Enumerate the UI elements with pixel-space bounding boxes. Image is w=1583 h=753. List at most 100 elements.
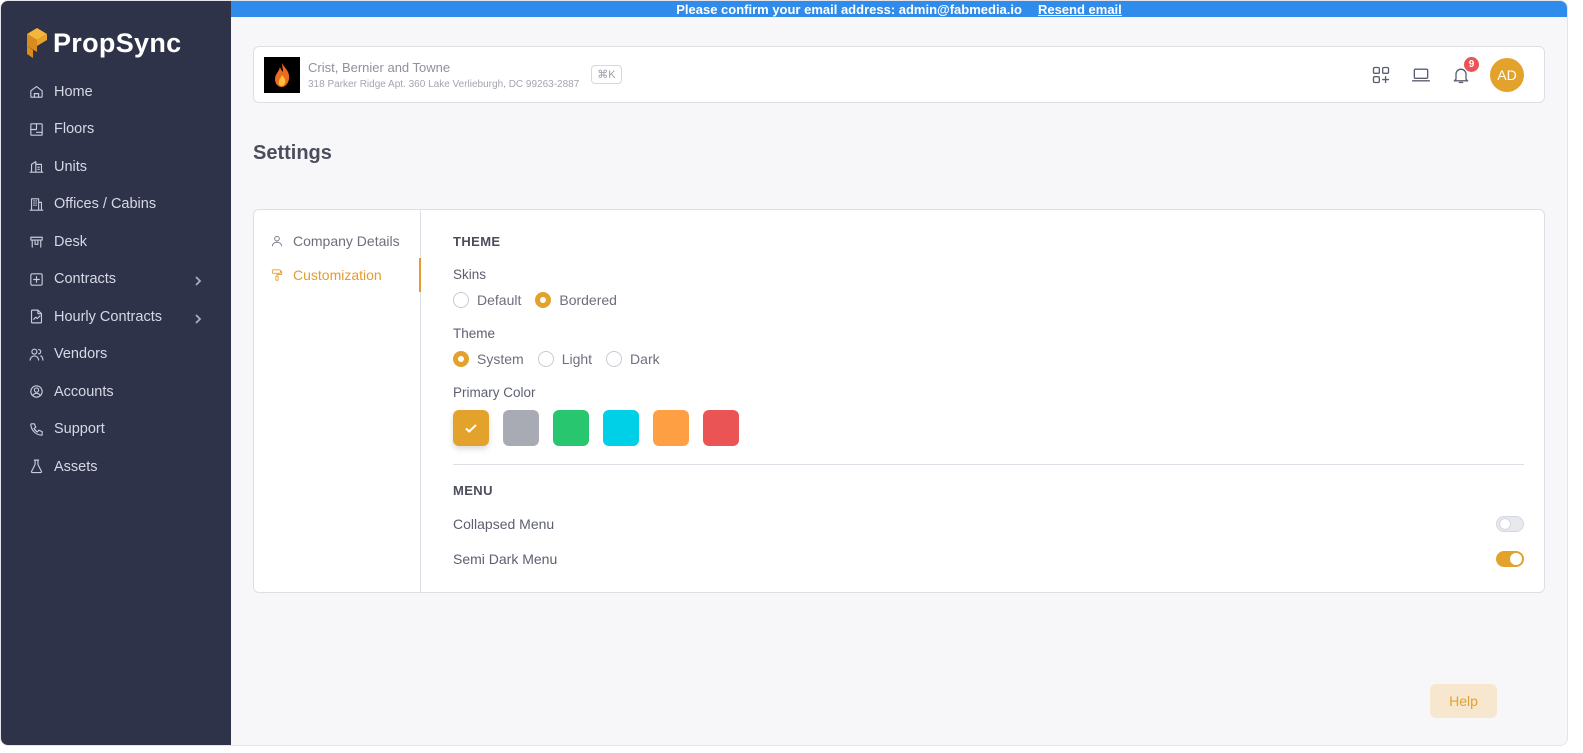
check-icon [465, 424, 477, 433]
notification-bell-icon[interactable]: 9 [1450, 56, 1479, 86]
sidebar-item-vendors[interactable]: Vendors [1, 336, 231, 374]
sidebar-item-label: Floors [54, 121, 95, 138]
support-icon [27, 420, 45, 438]
help-button[interactable]: Help [1430, 684, 1497, 718]
app-window: PropSync Home Floors Units Offices / Cabins… [0, 0, 1568, 746]
toggle-switch[interactable] [1496, 515, 1524, 532]
sidebar-item-label: Assets [54, 458, 98, 475]
sidebar-item-offices-cabins[interactable]: Offices / Cabins [1, 186, 231, 224]
sidebar-item-contracts[interactable]: Contracts [1, 261, 231, 299]
radio-label: Bordered [559, 292, 617, 308]
sidebar-item-support[interactable]: Support [1, 411, 231, 449]
color-swatch[interactable] [553, 410, 589, 446]
section-divider [453, 464, 1524, 465]
flame-icon [275, 62, 290, 87]
radio-label: System [477, 351, 524, 367]
company-name: Crist, Bernier and Towne [308, 59, 451, 75]
sidebar-item-accounts[interactable]: Accounts [1, 373, 231, 411]
sidebar-item-label: Offices / Cabins [54, 196, 157, 213]
skin-radio-bordered[interactable]: Bordered [535, 292, 617, 308]
skins-radio-group: Default Bordered [453, 292, 1524, 308]
color-swatch[interactable] [653, 410, 689, 446]
sidebar-item-label: Home [54, 83, 93, 100]
sidebar-item-label: Vendors [54, 346, 108, 363]
sidebar-item-hourly-contracts[interactable]: Hourly Contracts [1, 298, 231, 336]
sidebar: PropSync Home Floors Units Offices / Cabins… [1, 1, 231, 745]
brand[interactable]: PropSync [1, 1, 231, 67]
banner-message: Please confirm your email address: admin… [676, 1, 1022, 17]
apps-grid-icon[interactable] [1370, 64, 1392, 86]
radio-indicator[interactable] [535, 292, 552, 308]
radio-label: Light [561, 351, 593, 367]
user-icon [271, 235, 283, 247]
sidebar-item-assets[interactable]: Assets [1, 448, 231, 486]
radio-indicator[interactable] [606, 351, 623, 367]
assets-icon [27, 458, 45, 476]
laptop-icon[interactable] [1410, 64, 1432, 86]
primary-color-label: Primary Color [453, 385, 536, 400]
radio-label: Dark [630, 351, 660, 367]
settings-tabs: Company Details Customization [254, 210, 421, 592]
toggle-knob [1510, 552, 1522, 565]
menu-option-collapsed-menu: Collapsed Menu [453, 506, 1524, 541]
toggle-knob [1499, 517, 1511, 530]
radio-indicator[interactable] [453, 351, 469, 367]
sidebar-item-units[interactable]: Units [1, 148, 231, 186]
paint-roller-icon [271, 269, 283, 281]
theme-radio-system[interactable]: System [453, 351, 524, 367]
theme-radio-light[interactable]: Light [537, 351, 593, 367]
theme-radio-group: System Light Dark [453, 351, 1524, 367]
user-avatar[interactable]: AD [1490, 57, 1524, 92]
tab-company-details[interactable]: Company Details [254, 224, 420, 258]
color-swatch[interactable] [453, 410, 489, 446]
search-shortcut[interactable]: ⌘K [591, 65, 622, 84]
app-name: PropSync [53, 27, 182, 58]
skins-label: Skins [453, 267, 487, 282]
radio-indicator[interactable] [453, 292, 469, 308]
company-address: 318 Parker Ridge Apt. 360 Lake Verliebur… [308, 78, 580, 90]
sidebar-item-floors[interactable]: Floors [1, 111, 231, 149]
header-actions: 9 AD [1370, 56, 1534, 92]
sidebar-item-home[interactable]: Home [1, 73, 231, 111]
sidebar-item-label: Desk [54, 233, 88, 250]
theme-section-title: THEME [453, 234, 501, 249]
toggle-switch[interactable] [1496, 550, 1524, 567]
tab-label: Customization [293, 267, 382, 283]
menu-section-title: MENU [453, 483, 493, 498]
vendors-icon [27, 345, 45, 363]
radio-indicator[interactable] [537, 351, 554, 367]
menu-option-semi-dark-menu: Semi Dark Menu [453, 541, 1524, 576]
sidebar-item-label: Support [54, 421, 105, 438]
color-swatch[interactable] [703, 410, 739, 446]
option-label: Semi Dark Menu [453, 550, 558, 567]
customization-panel: THEME Skins Default Bordered Theme System… [421, 210, 1544, 592]
skin-radio-default[interactable]: Default [453, 292, 521, 308]
sidebar-item-desk[interactable]: Desk [1, 223, 231, 261]
home-icon [27, 83, 45, 101]
color-swatch[interactable] [503, 410, 539, 446]
tab-label: Company Details [293, 233, 400, 249]
header-bar: Crist, Bernier and Towne 318 Parker Ridg… [253, 46, 1545, 103]
page-title: Settings [253, 142, 332, 164]
sidebar-item-label: Hourly Contracts [54, 308, 162, 325]
company-info[interactable]: Crist, Bernier and Towne 318 Parker Ridg… [308, 60, 579, 90]
floors-icon [27, 120, 45, 138]
desk-icon [27, 233, 45, 251]
color-swatch[interactable] [603, 410, 639, 446]
email-confirm-banner: Please confirm your email address: admin… [231, 1, 1567, 17]
menu-options: Collapsed Menu Semi Dark Menu [453, 506, 1524, 576]
chevron-right-icon [193, 274, 203, 286]
notification-badge: 9 [1464, 56, 1479, 72]
theme-radio-dark[interactable]: Dark [606, 351, 660, 367]
resend-email-link[interactable]: Resend email [1038, 2, 1122, 17]
offices-icon [27, 195, 45, 213]
tab-customization[interactable]: Customization [254, 258, 421, 292]
sidebar-nav: Home Floors Units Offices / Cabins Desk Contr… [1, 73, 231, 486]
units-icon [27, 158, 45, 176]
radio-label: Default [477, 292, 522, 308]
contracts-icon [27, 270, 45, 288]
sidebar-item-label: Accounts [54, 383, 114, 400]
chevron-right-icon [193, 312, 203, 324]
primary-color-swatches [453, 410, 1524, 446]
company-logo [264, 56, 300, 93]
